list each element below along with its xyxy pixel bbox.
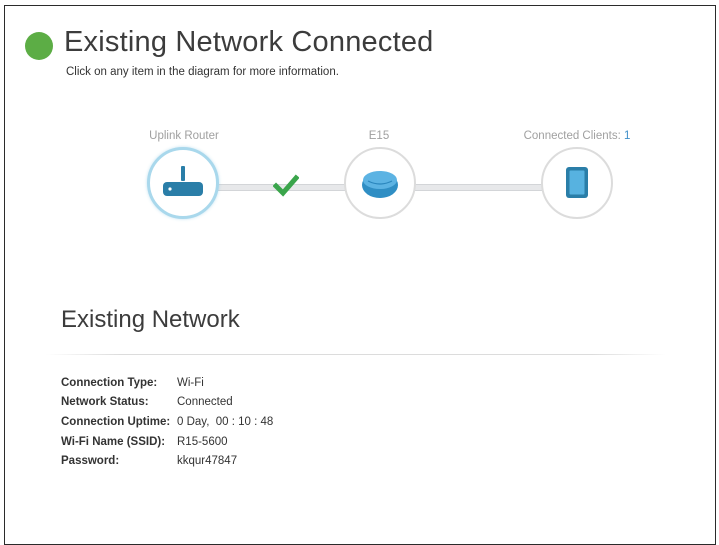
info-row-network-status: Network Status: Connected <box>61 393 273 413</box>
network-info-table: Connection Type: Wi-Fi Network Status: C… <box>61 373 273 471</box>
connected-clients-node[interactable] <box>541 147 613 219</box>
info-key: Connection Uptime: <box>61 415 171 428</box>
info-value: kkqur47847 <box>177 455 238 468</box>
uplink-router-label: Uplink Router <box>149 130 219 142</box>
uplink-router-node[interactable] <box>147 147 219 219</box>
info-key: Network Status: <box>61 396 149 409</box>
info-row-wifi-name: Wi-Fi Name (SSID): R15-5600 <box>61 432 273 452</box>
link-e15-to-clients <box>414 184 544 191</box>
status-indicator-icon <box>25 32 53 60</box>
connected-clients-count: 1 <box>623 130 631 142</box>
info-row-connection-uptime: Connection Uptime: 0 Day, 00 : 10 : 48 <box>61 412 273 432</box>
info-value: 0 Day, 00 : 10 : 48 <box>177 415 274 428</box>
info-value: Connected <box>177 396 233 409</box>
tablet-icon <box>566 167 588 198</box>
info-row-password: Password: kkqur47847 <box>61 451 273 471</box>
checkmark-icon <box>273 174 299 197</box>
connected-clients-label[interactable]: Connected Clients: 1 <box>524 130 631 142</box>
e15-label: E15 <box>368 130 390 142</box>
info-key: Connection Type: <box>61 376 158 389</box>
router-icon <box>163 166 203 196</box>
info-key: Password: <box>61 455 120 468</box>
page-subtitle: Click on any item in the diagram for mor… <box>66 66 339 78</box>
info-value: Wi-Fi <box>177 376 204 389</box>
section-divider <box>46 354 666 355</box>
info-key: Wi-Fi Name (SSID): <box>61 435 166 448</box>
extender-device-icon <box>362 171 398 198</box>
connected-clients-text: Connected Clients: <box>523 130 624 142</box>
section-title: Existing Network <box>61 306 240 333</box>
info-value: R15-5600 <box>177 435 228 448</box>
e15-node[interactable] <box>344 147 416 219</box>
page-title: Existing Network Connected <box>64 26 434 58</box>
info-row-connection-type: Connection Type: Wi-Fi <box>61 373 273 393</box>
